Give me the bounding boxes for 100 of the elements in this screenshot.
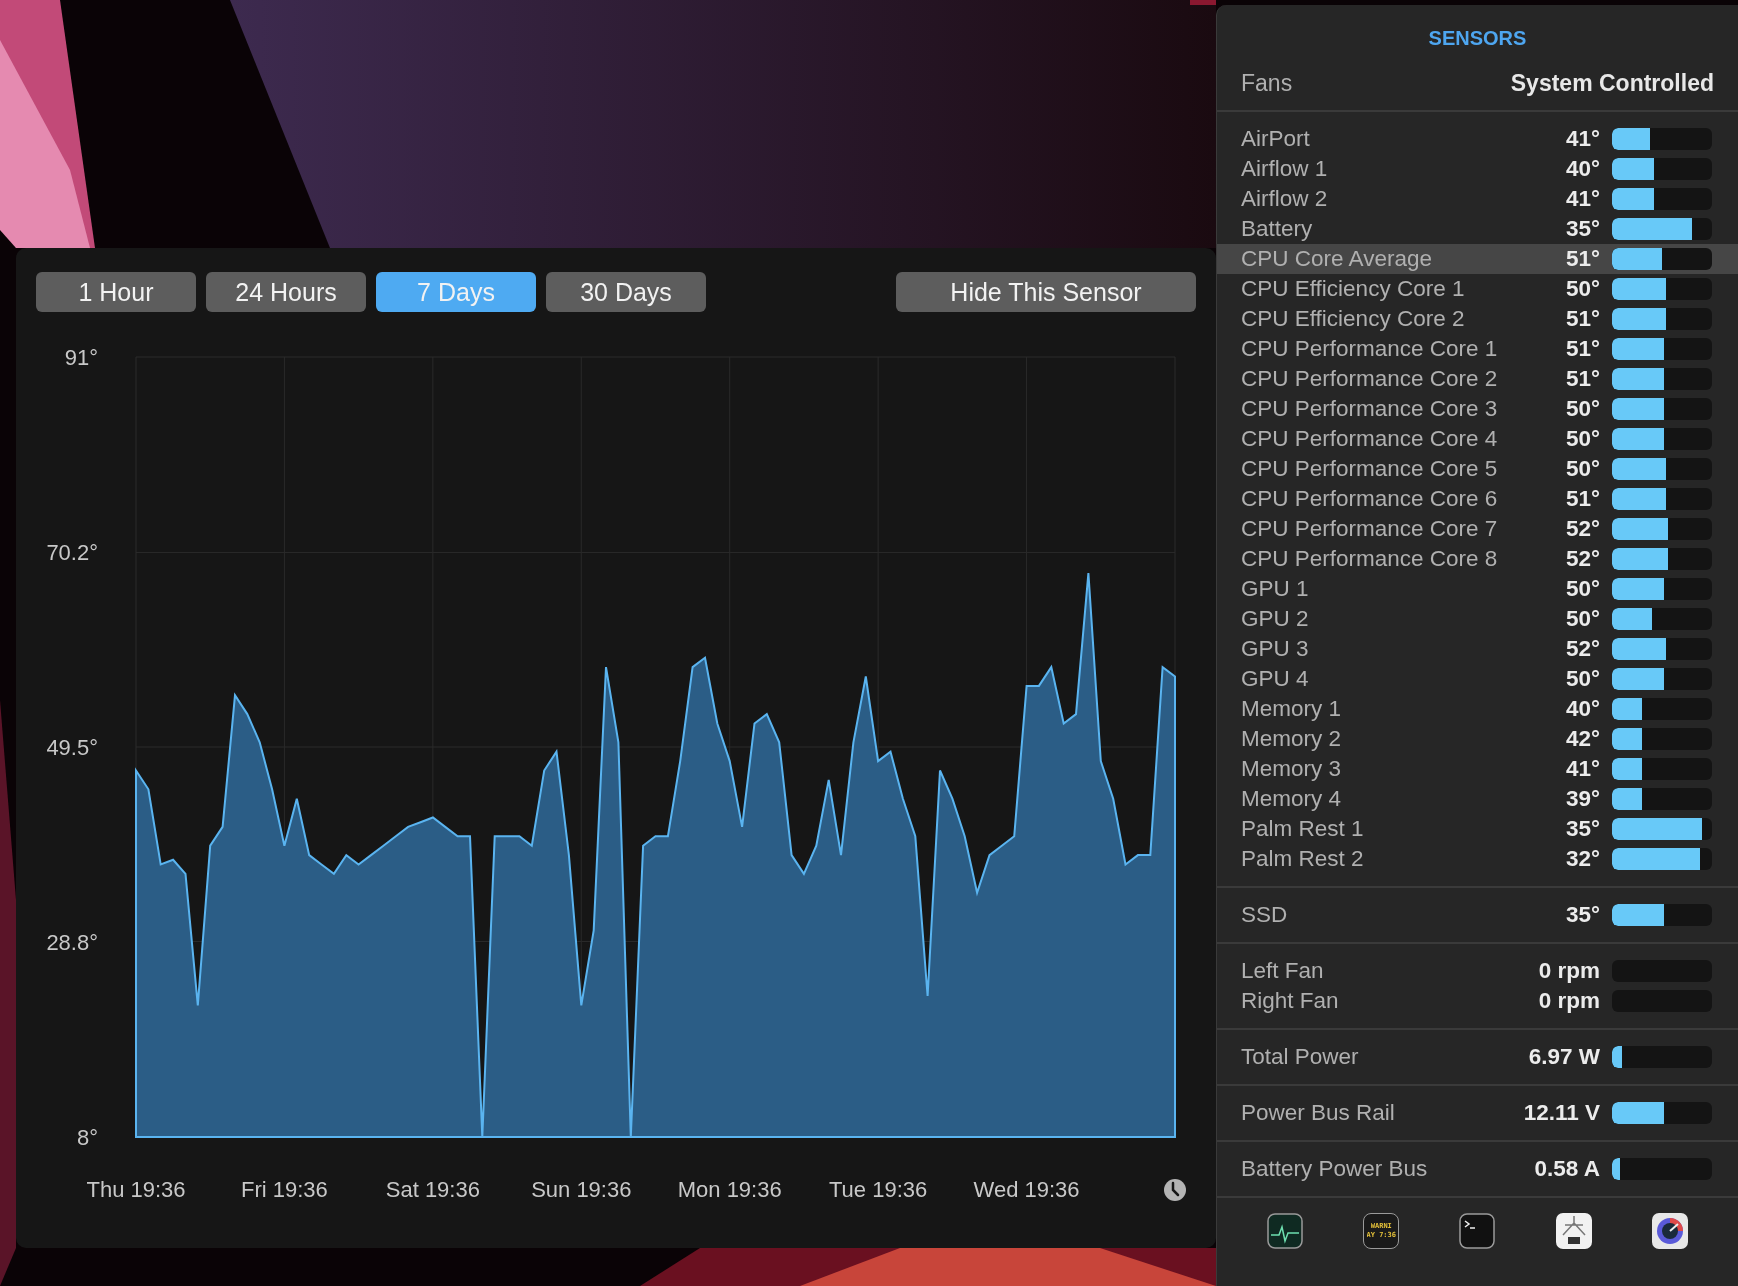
sensor-row[interactable]: Memory 2 42° bbox=[1217, 724, 1738, 754]
x-axis-label: Mon 19:36 bbox=[677, 1177, 782, 1202]
sensor-value: 51° bbox=[1565, 335, 1600, 364]
sensor-row[interactable]: CPU Performance Core 8 52° bbox=[1217, 544, 1738, 574]
sensor-value: 0.58 A bbox=[1534, 1155, 1600, 1184]
sensor-row[interactable]: Total Power 6.97 W bbox=[1217, 1042, 1738, 1072]
sensor-row[interactable]: GPU 1 50° bbox=[1217, 574, 1738, 604]
sensor-name: CPU Performance Core 1 bbox=[1241, 335, 1499, 364]
y-axis-label: 91° bbox=[64, 345, 98, 370]
sensor-row[interactable]: CPU Performance Core 5 50° bbox=[1217, 454, 1738, 484]
sensor-row[interactable]: Palm Rest 1 35° bbox=[1217, 814, 1738, 844]
sensor-value: 51° bbox=[1565, 245, 1600, 274]
range-tab[interactable]: 1 Hour bbox=[36, 272, 196, 312]
sensor-row[interactable]: Airflow 1 40° bbox=[1217, 154, 1738, 184]
x-axis-label: Tue 19:36 bbox=[829, 1177, 928, 1202]
sensor-name: CPU Performance Core 5 bbox=[1241, 455, 1499, 484]
sensor-name: Airflow 2 bbox=[1241, 185, 1329, 214]
sensor-name: Memory 2 bbox=[1241, 725, 1343, 754]
sensor-value: 50° bbox=[1565, 605, 1600, 634]
range-tab[interactable]: 30 Days bbox=[546, 272, 706, 312]
sensor-value: 42° bbox=[1565, 725, 1600, 754]
sensor-name: Battery bbox=[1241, 215, 1314, 244]
sensor-row[interactable]: Right Fan 0 rpm bbox=[1217, 986, 1738, 1016]
sensor-value: 52° bbox=[1565, 545, 1600, 574]
sensor-value: 39° bbox=[1565, 785, 1600, 814]
gauge-icon[interactable] bbox=[1651, 1213, 1688, 1249]
sensor-name: Memory 3 bbox=[1241, 755, 1343, 784]
terminal-icon[interactable] bbox=[1459, 1213, 1496, 1249]
sensor-value: 40° bbox=[1565, 155, 1600, 184]
sensor-row[interactable]: GPU 3 52° bbox=[1217, 634, 1738, 664]
sensor-row[interactable]: CPU Performance Core 3 50° bbox=[1217, 394, 1738, 424]
sensor-name: Total Power bbox=[1241, 1043, 1360, 1072]
sensor-row[interactable]: CPU Performance Core 6 51° bbox=[1217, 484, 1738, 514]
sensor-row[interactable]: Battery 35° bbox=[1217, 214, 1738, 244]
sensor-row[interactable]: CPU Core Average 51° bbox=[1217, 244, 1738, 274]
sensor-row[interactable]: CPU Efficiency Core 2 51° bbox=[1217, 304, 1738, 334]
sensor-name: Right Fan bbox=[1241, 987, 1340, 1016]
sensor-row[interactable]: Palm Rest 2 32° bbox=[1217, 844, 1738, 874]
sensor-row[interactable]: CPU Performance Core 1 51° bbox=[1217, 334, 1738, 364]
sensor-value: 41° bbox=[1565, 125, 1600, 154]
sensor-row[interactable]: Memory 4 39° bbox=[1217, 784, 1738, 814]
sensor-name: CPU Performance Core 7 bbox=[1241, 515, 1499, 544]
sensor-value: 40° bbox=[1565, 695, 1600, 724]
sensor-name: GPU 3 bbox=[1241, 635, 1310, 664]
sensor-name: CPU Efficiency Core 1 bbox=[1241, 275, 1466, 304]
y-axis-label: 28.8° bbox=[46, 929, 98, 955]
sensor-value: 50° bbox=[1565, 275, 1600, 304]
sensor-value: 12.11 V bbox=[1523, 1099, 1600, 1128]
caliper-icon[interactable] bbox=[1555, 1213, 1592, 1249]
sensor-value: 52° bbox=[1565, 635, 1600, 664]
x-axis-label: Sat 19:36 bbox=[385, 1177, 480, 1202]
y-axis-label: 49.5° bbox=[46, 735, 98, 760]
hide-sensor-button[interactable]: Hide This Sensor bbox=[896, 272, 1196, 312]
sensor-row[interactable]: Airflow 2 41° bbox=[1217, 184, 1738, 214]
sensor-name: Battery Power Bus bbox=[1241, 1155, 1429, 1184]
sensor-row[interactable]: CPU Performance Core 4 50° bbox=[1217, 424, 1738, 454]
sensor-value: 50° bbox=[1565, 455, 1600, 484]
sensor-value: 32° bbox=[1565, 845, 1600, 874]
heartbeat-icon[interactable] bbox=[1267, 1213, 1304, 1249]
x-axis-label: Sun 19:36 bbox=[531, 1177, 632, 1202]
sensor-value: 6.97 W bbox=[1528, 1043, 1600, 1072]
sensor-name: CPU Efficiency Core 2 bbox=[1241, 305, 1466, 334]
sensor-row[interactable]: CPU Performance Core 2 51° bbox=[1217, 364, 1738, 394]
sensor-row[interactable]: CPU Efficiency Core 1 50° bbox=[1217, 274, 1738, 304]
sensor-row[interactable]: Memory 1 40° bbox=[1217, 694, 1738, 724]
sensor-name: CPU Performance Core 3 bbox=[1241, 395, 1499, 424]
sensor-name: AirPort bbox=[1241, 125, 1311, 154]
sensor-name: Power Bus Rail bbox=[1241, 1099, 1396, 1128]
sensor-row[interactable]: Memory 3 41° bbox=[1217, 754, 1738, 784]
sensor-name: SSD bbox=[1241, 901, 1289, 930]
sensor-name: Airflow 1 bbox=[1241, 155, 1329, 184]
panel-title: SENSORS bbox=[1428, 27, 1527, 49]
clock-icon[interactable] bbox=[1164, 1179, 1186, 1201]
sensor-row[interactable]: Left Fan 0 rpm bbox=[1217, 956, 1738, 986]
sensor-row[interactable]: AirPort 41° bbox=[1217, 124, 1738, 154]
sensor-name: Memory 4 bbox=[1241, 785, 1343, 814]
sensor-name: GPU 1 bbox=[1241, 575, 1310, 604]
sensor-value: 51° bbox=[1565, 365, 1600, 394]
sensor-value: 50° bbox=[1565, 425, 1600, 454]
x-axis-label: Fri 19:36 bbox=[241, 1177, 328, 1202]
sensor-name: CPU Performance Core 8 bbox=[1241, 545, 1499, 574]
fans-mode-value: System Controlled bbox=[1510, 69, 1714, 99]
sensor-row[interactable]: SSD 35° bbox=[1217, 900, 1738, 930]
sensor-name: GPU 2 bbox=[1241, 605, 1310, 634]
sensor-name: CPU Performance Core 2 bbox=[1241, 365, 1499, 394]
sensor-row[interactable]: CPU Performance Core 7 52° bbox=[1217, 514, 1738, 544]
sensor-row[interactable]: Power Bus Rail 12.11 V bbox=[1217, 1098, 1738, 1128]
sensor-row[interactable]: Battery Power Bus 0.58 A bbox=[1217, 1154, 1738, 1184]
sensor-name: CPU Performance Core 6 bbox=[1241, 485, 1499, 514]
x-axis-label: Thu 19:36 bbox=[86, 1177, 186, 1202]
y-axis-label: 70.2° bbox=[46, 540, 98, 566]
sensor-value: 50° bbox=[1565, 395, 1600, 424]
sensor-name: CPU Core Average bbox=[1241, 245, 1433, 274]
x-axis-label: Wed 19:36 bbox=[973, 1177, 1080, 1202]
sensor-value: 0 rpm bbox=[1538, 957, 1600, 986]
sensor-row[interactable]: GPU 4 50° bbox=[1217, 664, 1738, 694]
fans-label: Fans bbox=[1241, 69, 1293, 99]
sensor-value: 41° bbox=[1565, 755, 1600, 784]
range-tab[interactable]: 24 Hours bbox=[206, 272, 366, 312]
sensor-row[interactable]: GPU 2 50° bbox=[1217, 604, 1738, 634]
